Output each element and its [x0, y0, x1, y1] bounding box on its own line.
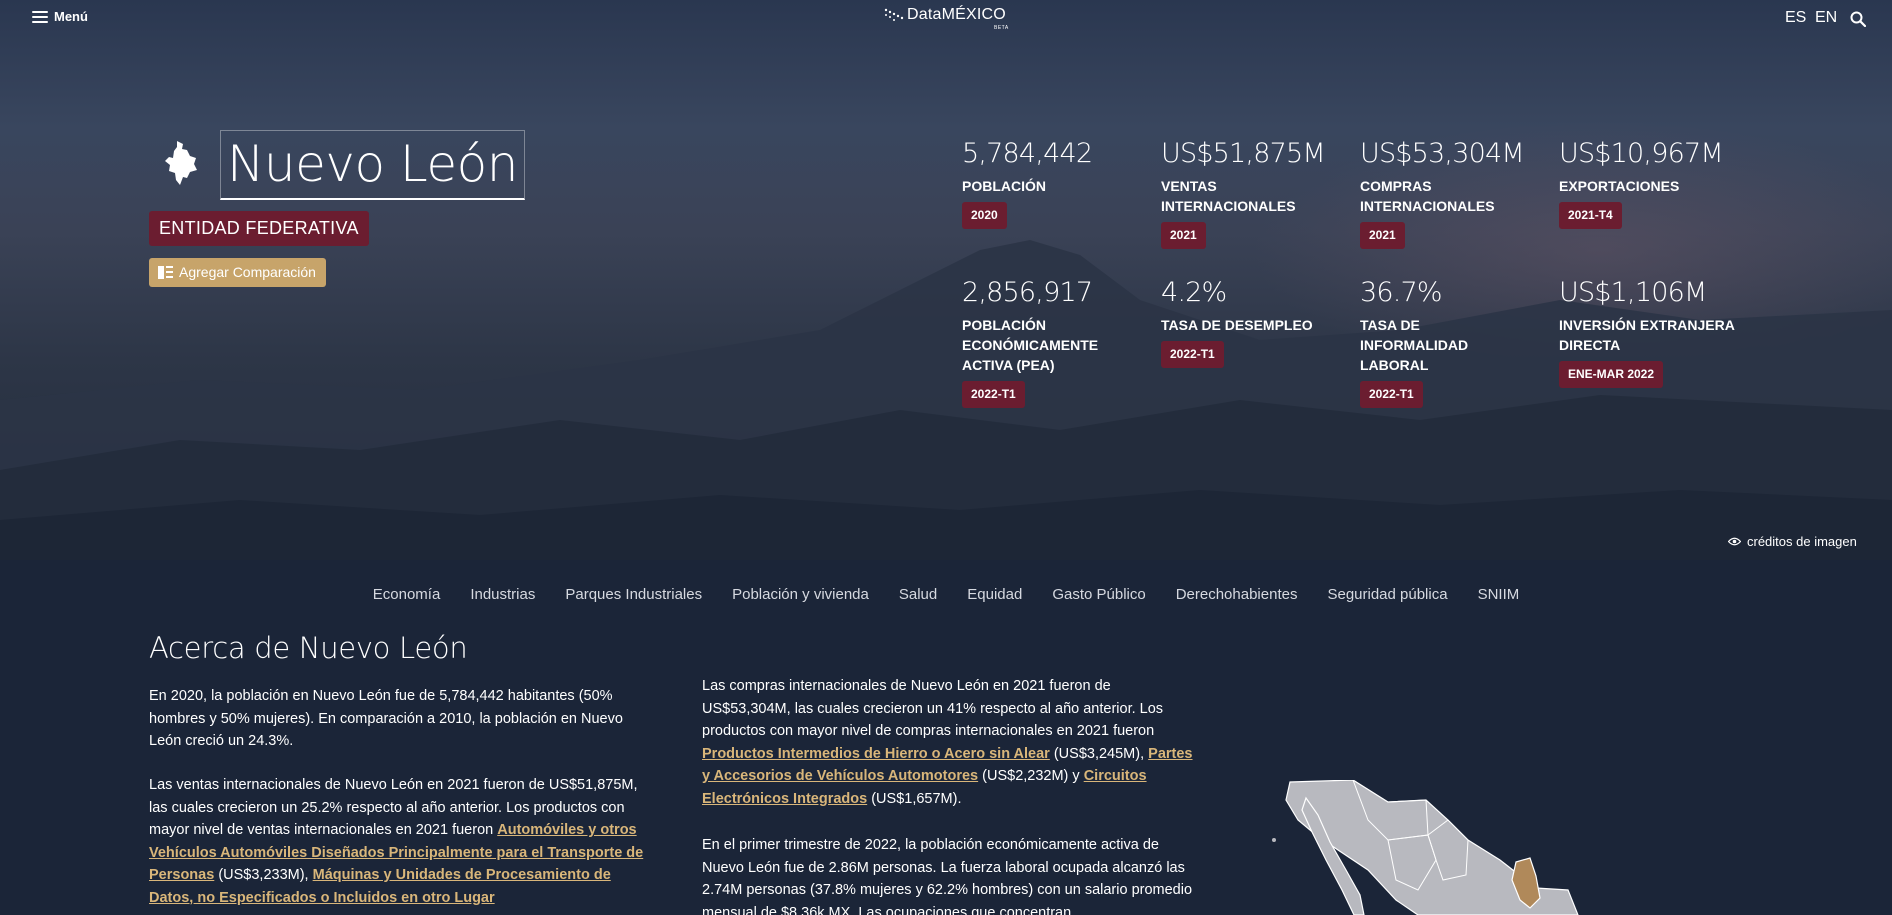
- stat-value: US$53,304M: [1360, 138, 1525, 169]
- stat-period-badge: 2022-T1: [1161, 341, 1224, 368]
- mexico-map[interactable]: [1268, 780, 1588, 915]
- menu-label: Menú: [54, 9, 88, 24]
- about-paragraph-purchases: Las compras internacionales de Nuevo Leó…: [702, 675, 1202, 810]
- stat-value: 36.7%: [1360, 277, 1443, 308]
- paragraph-text: (US$3,245M),: [1049, 745, 1149, 762]
- add-comparison-button[interactable]: Agregar Comparación: [149, 258, 326, 287]
- stat-pea: 2,856,917 POBLACIÓN ECONÓMICAMENTE ACTIV…: [962, 277, 1112, 408]
- compare-label: Agregar Comparación: [179, 264, 316, 280]
- logo-beta: BETA: [994, 25, 1009, 31]
- nav-item-salud[interactable]: Salud: [899, 586, 937, 603]
- nav-item-derechohabientes[interactable]: Derechohabientes: [1176, 586, 1298, 603]
- stat-value: 2,856,917: [962, 277, 1093, 308]
- stat-exportaciones: US$10,967M EXPORTACIONES 2021-T4: [1559, 138, 1749, 229]
- stat-label: VENTAS INTERNACIONALES: [1161, 178, 1296, 214]
- compare-icon: [158, 266, 173, 279]
- stat-value: 4.2%: [1161, 277, 1227, 308]
- stat-value: US$1,106M: [1559, 277, 1707, 308]
- about-paragraph-labor: En el primer trimestre de 2022, la pobla…: [702, 837, 1193, 915]
- stat-label: POBLACIÓN ECONÓMICAMENTE ACTIVA (PEA): [962, 317, 1099, 373]
- nav-item-seguridad[interactable]: Seguridad pública: [1327, 586, 1447, 603]
- paragraph-text: Las compras internacionales de Nuevo Leó…: [702, 678, 1164, 739]
- datamexico-logo[interactable]: DataMÉXICO BETA: [884, 6, 1008, 31]
- paragraph-text: (US$2,232M) y: [978, 768, 1084, 784]
- nav-item-industrias[interactable]: Industrias: [470, 586, 535, 603]
- credits-label: créditos de imagen: [1747, 534, 1857, 549]
- hamburger-icon: [32, 10, 48, 23]
- entity-type-badge: ENTIDAD FEDERATIVA: [149, 211, 369, 246]
- nav-item-gasto[interactable]: Gasto Público: [1052, 586, 1145, 603]
- stat-value: US$10,967M: [1559, 138, 1724, 169]
- stat-compras: US$53,304M COMPRAS INTERNACIONALES 2021: [1360, 138, 1525, 249]
- stat-desempleo: 4.2% TASA DE DESEMPLEO 2022-T1: [1161, 277, 1351, 368]
- state-shape-icon: [165, 141, 197, 185]
- stat-label: COMPRAS INTERNACIONALES: [1360, 178, 1495, 214]
- stat-period-badge: 2021: [1360, 222, 1405, 249]
- nav-item-poblacion[interactable]: Población y vivienda: [732, 586, 869, 603]
- search-icon[interactable]: [1850, 11, 1866, 27]
- stat-ventas: US$51,875M VENTAS INTERNACIONALES 2021: [1161, 138, 1326, 249]
- stat-label: INVERSIÓN EXTRANJERA DIRECTA: [1559, 317, 1735, 353]
- nav-item-sniim[interactable]: SNIIM: [1478, 586, 1520, 603]
- about-paragraph-population: En 2020, la población en Nuevo León fue …: [149, 688, 623, 749]
- eye-icon: [1728, 537, 1741, 546]
- stat-value: 5,784,442: [962, 138, 1093, 169]
- paragraph-text: (US$1,657M).: [867, 790, 962, 807]
- nav-item-parques[interactable]: Parques Industriales: [565, 586, 702, 603]
- nav-item-economia[interactable]: Economía: [373, 586, 441, 603]
- stat-label: EXPORTACIONES: [1559, 178, 1680, 194]
- paragraph-text: (US$3,233M),: [214, 867, 313, 883]
- stat-label: TASA DE INFORMALIDAD LABORAL: [1360, 317, 1469, 373]
- section-nav: Economía Industrias Parques Industriales…: [0, 586, 1892, 603]
- stat-informalidad: 36.7% TASA DE INFORMALIDAD LABORAL 2022-…: [1360, 277, 1500, 408]
- stat-period-badge: 2021-T4: [1559, 202, 1622, 229]
- menu-button[interactable]: Menú: [32, 9, 88, 24]
- stat-label: POBLACIÓN: [962, 178, 1046, 194]
- logo-text: DataMÉXICO: [907, 6, 1006, 23]
- lang-en-button[interactable]: EN: [1815, 9, 1837, 27]
- page-title: Nuevo León: [227, 135, 518, 193]
- lang-es-button[interactable]: ES: [1785, 9, 1806, 27]
- stat-period-badge: 2020: [962, 202, 1007, 229]
- top-header: Menú DataMÉXICO BETA ES EN: [0, 0, 1892, 38]
- stat-label: TASA DE DESEMPLEO: [1161, 317, 1313, 333]
- about-paragraph-sales: Las ventas internacionales de Nuevo León…: [149, 774, 649, 909]
- logo-dots-icon: [884, 8, 904, 21]
- stat-period-badge: ENE-MAR 2022: [1559, 361, 1664, 388]
- stat-inversion: US$1,106M INVERSIÓN EXTRANJERA DIRECTA E…: [1559, 277, 1749, 388]
- stat-value: US$51,875M: [1161, 138, 1326, 169]
- title-box: Nuevo León: [220, 130, 525, 200]
- stat-poblacion: 5,784,442 POBLACIÓN 2020: [962, 138, 1152, 229]
- stat-period-badge: 2021: [1161, 222, 1206, 249]
- stat-period-badge: 2022-T1: [1360, 381, 1423, 408]
- product-link[interactable]: Productos Intermedios de Hierro o Acero …: [702, 746, 1050, 762]
- nav-item-equidad[interactable]: Equidad: [967, 586, 1022, 603]
- image-credits-button[interactable]: créditos de imagen: [1728, 534, 1857, 549]
- stat-period-badge: 2022-T1: [962, 381, 1025, 408]
- about-title: Acerca de Nuevo León: [149, 631, 468, 665]
